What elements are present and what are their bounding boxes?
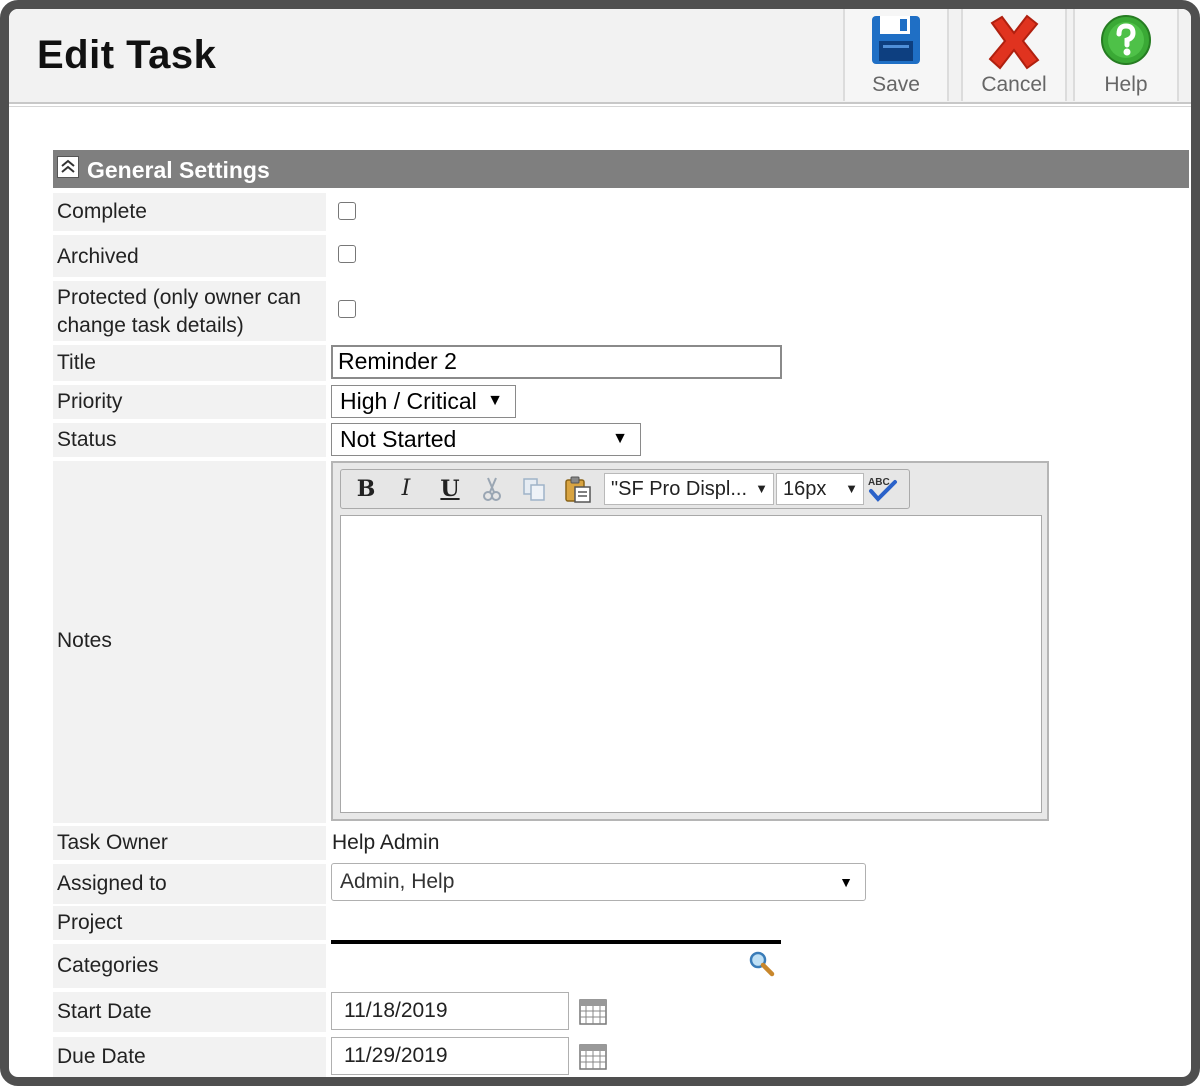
complete-label-cell: Complete [53,193,326,231]
categories-label-cell: Categories [53,944,326,988]
help-button-label: Help [1104,73,1148,96]
cancel-button[interactable]: Cancel [961,9,1067,101]
priority-label-cell: Priority [53,385,326,419]
notes-label-cell: Notes [53,461,326,823]
italic-button[interactable]: I [389,474,423,504]
start-date-input[interactable]: 11/18/2019 [331,992,569,1030]
task-owner-label-cell: Task Owner [53,826,326,860]
copy-icon [523,478,545,501]
copy-button[interactable] [517,474,551,504]
chevron-down-icon: ▼ [755,481,768,496]
font-family-value: "SF Pro Displ... [611,478,748,500]
edit-task-window: Edit Task Save Cancel Help General Setti… [0,0,1200,1086]
calendar-icon[interactable] [579,1044,607,1070]
status-select[interactable]: Not Started ▼ [331,423,641,456]
assigned-to-select[interactable]: Admin, Help ▼ [331,863,866,901]
archived-checkbox[interactable] [338,245,356,263]
editor-toolbar: B I U "SF Pro Displ... ▼ 16px ▼ ABC [340,469,910,509]
due-date-label-cell: Due Date [53,1037,326,1077]
protected-label-line1: Protected (only owner can [57,286,301,309]
bold-button[interactable]: B [349,474,383,504]
priority-label: Priority [57,390,123,413]
calendar-icon[interactable] [579,999,607,1025]
save-icon [872,16,920,64]
chevron-down-icon: ▼ [487,392,503,409]
save-button-label: Save [872,73,920,96]
due-date-label: Due Date [57,1045,146,1068]
assigned-to-label: Assigned to [57,872,167,895]
page-header: Edit Task Save Cancel Help [9,9,1191,104]
notes-editor: B I U "SF Pro Displ... ▼ 16px ▼ ABC [331,461,1049,821]
complete-label: Complete [57,200,147,223]
save-button[interactable]: Save [843,9,949,101]
title-label: Title [57,351,96,374]
status-label-cell: Status [53,423,326,457]
assigned-to-label-cell: Assigned to [53,864,326,904]
start-date-label-cell: Start Date [53,992,326,1032]
notes-textarea[interactable] [340,515,1042,813]
protected-checkbox[interactable] [338,300,356,318]
task-owner-value: Help Admin [332,831,440,854]
chevron-down-icon: ▼ [839,874,853,890]
collapse-icon[interactable] [57,156,79,178]
complete-checkbox[interactable] [338,202,356,220]
font-size-value: 16px [783,478,827,500]
categories-label: Categories [57,954,159,977]
protected-label-cell: Protected (only owner can change task de… [53,281,326,341]
task-owner-label: Task Owner [57,831,168,854]
general-settings-header[interactable]: General Settings [53,150,1189,188]
page-title: Edit Task [37,33,217,77]
spellcheck-button[interactable]: ABC [865,474,899,504]
archived-label: Archived [57,245,139,268]
paste-icon [565,476,591,503]
title-label-cell: Title [53,345,326,381]
cancel-icon [988,14,1040,70]
help-button[interactable]: Help [1073,9,1179,101]
priority-select-value: High / Critical [340,388,477,414]
status-label: Status [57,428,117,451]
spellcheck-icon: ABC [868,477,897,502]
font-size-select[interactable]: 16px ▼ [776,473,864,505]
cancel-button-label: Cancel [981,73,1047,96]
svg-text:ABC: ABC [868,477,890,488]
section-title: General Settings [87,157,270,183]
status-select-value: Not Started [340,426,457,452]
assigned-to-value: Admin, Help [340,870,455,893]
project-label: Project [57,911,123,934]
categories-field[interactable] [331,940,781,944]
header-divider [9,106,1191,107]
help-icon [1101,15,1151,65]
due-date-input[interactable]: 11/29/2019 [331,1037,569,1075]
title-input[interactable]: Reminder 2 [331,345,782,379]
notes-label: Notes [57,629,112,652]
project-label-cell: Project [53,906,326,940]
protected-label-line2: change task details) [57,314,244,337]
chevron-down-icon: ▼ [612,430,628,447]
search-icon[interactable] [747,949,777,979]
paste-button[interactable] [561,474,595,504]
underline-button[interactable]: U [433,474,467,504]
chevron-down-icon: ▼ [845,481,858,496]
start-date-label: Start Date [57,1000,152,1023]
priority-select[interactable]: High / Critical ▼ [331,385,516,418]
archived-label-cell: Archived [53,235,326,277]
cut-icon [483,477,501,501]
cut-button[interactable] [475,474,509,504]
font-family-select[interactable]: "SF Pro Displ... ▼ [604,473,774,505]
